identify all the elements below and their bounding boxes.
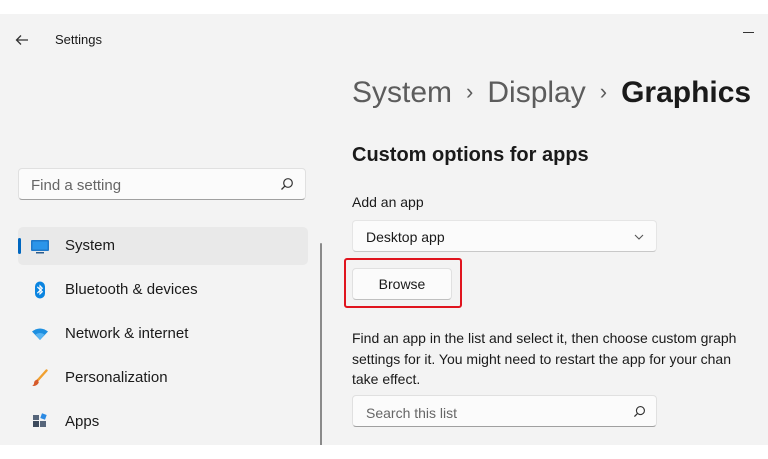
app-title: Settings	[55, 32, 102, 47]
sidebar-item-label: Bluetooth & devices	[65, 281, 198, 298]
dropdown-value: Desktop app	[366, 229, 445, 245]
sidebar-item-label: Apps	[65, 413, 100, 430]
sidebar-item-system[interactable]: System	[18, 227, 308, 265]
brush-icon	[32, 369, 48, 387]
monitor-icon	[31, 240, 49, 254]
sidebar-item-bluetooth[interactable]: Bluetooth & devices	[18, 271, 308, 309]
find-setting-search[interactable]	[18, 168, 306, 200]
bluetooth-icon	[35, 281, 45, 299]
search-icon	[633, 406, 645, 418]
breadcrumb-graphics: Graphics	[621, 76, 752, 109]
search-list-box[interactable]	[352, 395, 657, 427]
apps-icon	[33, 413, 47, 427]
description-line: settings for it. You might need to resta…	[352, 350, 732, 367]
description-line: Find an app in the list and select it, t…	[352, 330, 737, 346]
sidebar-item-network[interactable]: Network & internet	[18, 315, 308, 353]
search-icon	[281, 178, 293, 190]
breadcrumb-separator: ›	[466, 79, 474, 104]
breadcrumb: System › Display › Graphics	[352, 76, 751, 110]
breadcrumb-display[interactable]: Display	[487, 76, 585, 109]
active-indicator	[18, 238, 21, 254]
add-app-label: Add an app	[352, 194, 424, 210]
section-title: Custom options for apps	[352, 144, 589, 166]
minimize-icon	[743, 32, 754, 33]
sidebar-item-label: System	[65, 237, 116, 254]
sidebar-scrollbar[interactable]	[320, 243, 322, 445]
app-type-dropdown[interactable]: Desktop app	[352, 220, 657, 252]
sidebar-item-label: Network & internet	[65, 325, 189, 342]
settings-window: Settings System Bluetooth & devices Netw…	[0, 14, 768, 445]
search-list-input[interactable]	[364, 402, 618, 424]
description-line: take effect.	[352, 371, 421, 387]
sidebar-item-label: Personalization	[65, 369, 168, 386]
browse-button[interactable]: Browse	[352, 268, 452, 300]
breadcrumb-separator: ›	[599, 79, 608, 104]
back-arrow-icon	[15, 35, 28, 45]
description-text: Find an app in the list and select it, t…	[352, 328, 768, 390]
sidebar-item-apps[interactable]: Apps	[18, 403, 308, 441]
minimize-button[interactable]	[736, 20, 762, 44]
sidebar-item-personalization[interactable]: Personalization	[18, 359, 308, 397]
chevron-down-icon	[634, 234, 644, 240]
back-button[interactable]	[14, 30, 36, 50]
breadcrumb-system[interactable]: System	[352, 76, 452, 109]
find-setting-input[interactable]	[29, 174, 273, 196]
wifi-icon	[32, 328, 48, 340]
